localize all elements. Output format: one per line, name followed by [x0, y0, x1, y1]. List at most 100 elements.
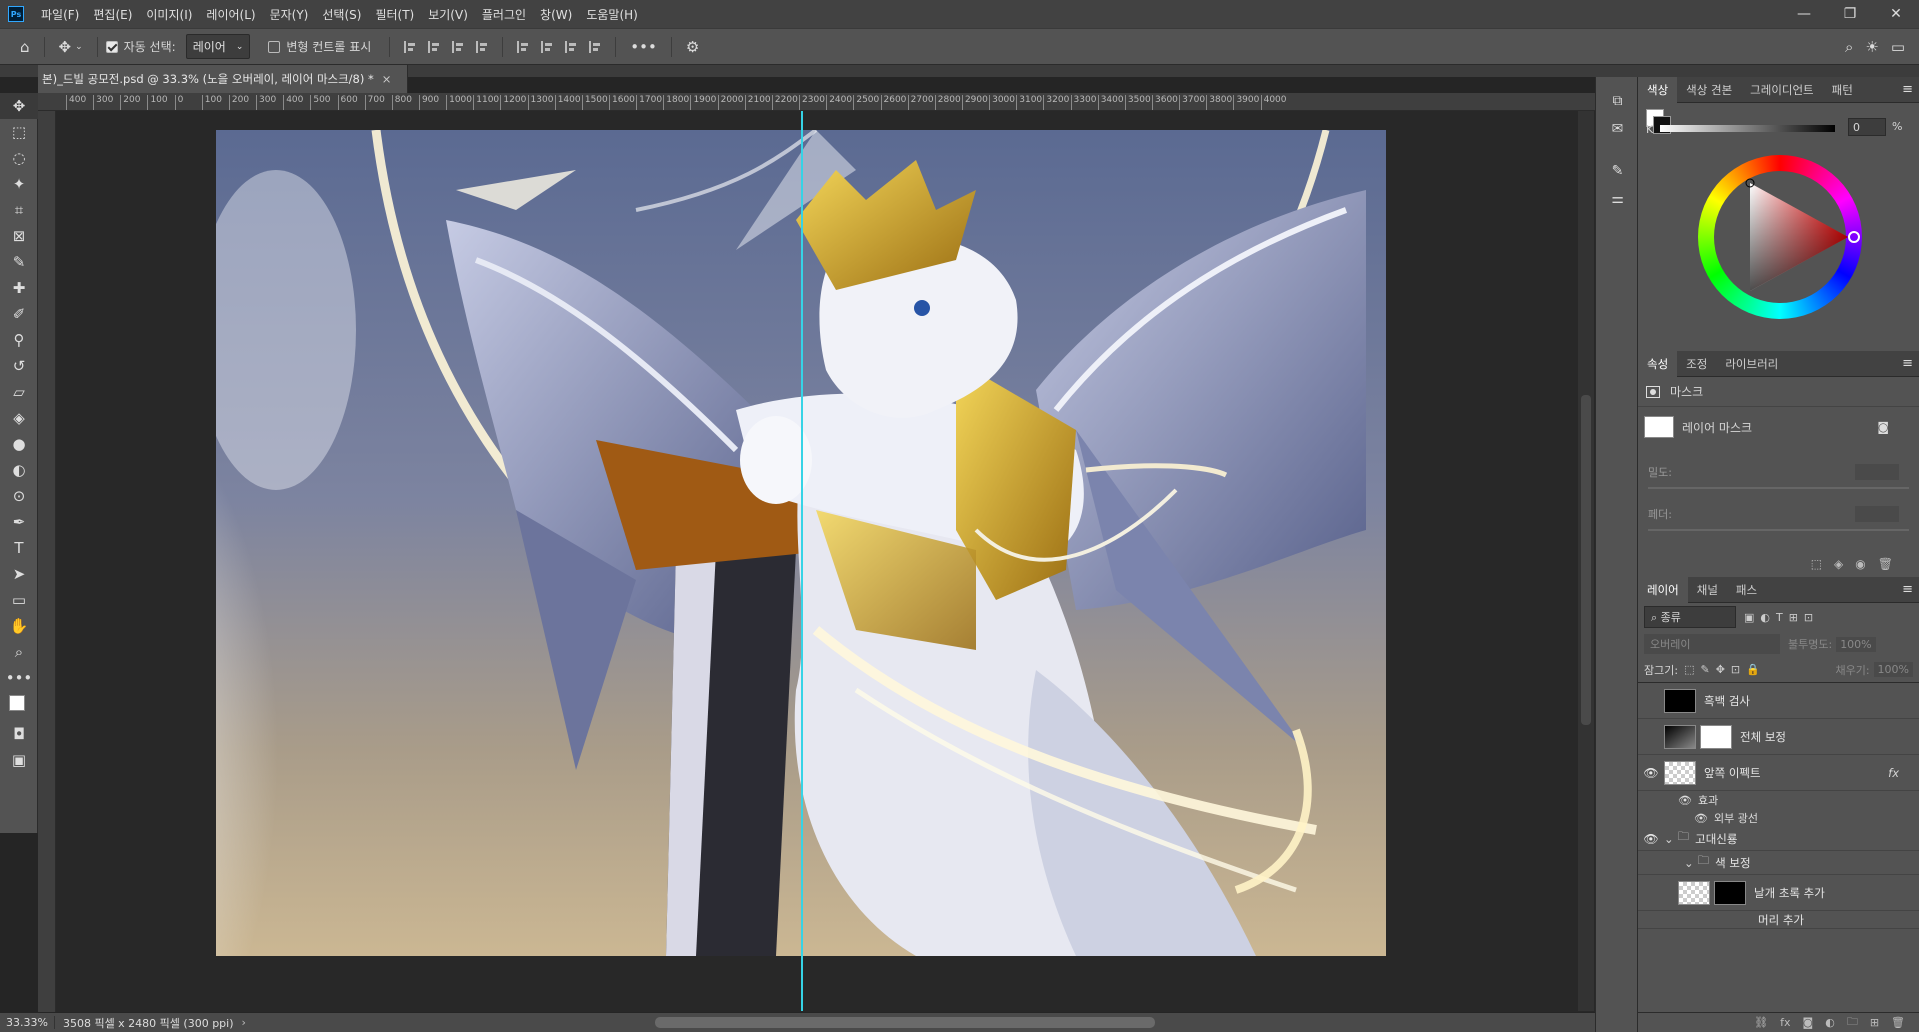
- history-brush-tool-icon[interactable]: ↺: [0, 353, 38, 379]
- align-top-icon[interactable]: [517, 40, 529, 53]
- path-selection-tool-icon[interactable]: ➤: [0, 561, 38, 587]
- adjust-panel-icon[interactable]: ⚌: [1596, 185, 1639, 213]
- stamp-tool-icon[interactable]: ⚲: [0, 327, 38, 353]
- menu-type[interactable]: 문자(Y): [263, 6, 316, 23]
- layer-row[interactable]: 머리 추가: [1638, 911, 1919, 929]
- auto-select-dropdown[interactable]: 레이어 ⌄: [185, 34, 251, 59]
- menu-layer[interactable]: 레이어(L): [199, 6, 262, 23]
- color-wheel[interactable]: [1698, 155, 1862, 319]
- lasso-tool-icon[interactable]: ◌: [0, 145, 38, 171]
- guide-line[interactable]: [801, 111, 803, 1011]
- menu-edit[interactable]: 편집(E): [86, 6, 139, 23]
- search-icon[interactable]: ⌕: [1845, 38, 1853, 56]
- panel-menu-icon[interactable]: ≡: [1902, 582, 1913, 597]
- dodge-tool-icon[interactable]: ◐: [0, 457, 38, 483]
- discover-lightbulb-icon[interactable]: ☀: [1865, 38, 1878, 56]
- color-triangle[interactable]: [1698, 155, 1862, 319]
- hand-tool-icon[interactable]: ✋: [0, 613, 38, 639]
- feather-input[interactable]: [1855, 506, 1899, 522]
- pen-tool-icon[interactable]: ✒: [0, 509, 38, 535]
- menu-window[interactable]: 창(W): [533, 6, 579, 23]
- apply-mask-icon[interactable]: ◈: [1834, 557, 1843, 571]
- align-left-icon[interactable]: [404, 40, 416, 53]
- fx-add-icon[interactable]: fx: [1780, 1016, 1790, 1029]
- layer-filter-dropdown[interactable]: ⌕ 종류: [1644, 606, 1736, 628]
- tab-adjustments[interactable]: 조정: [1677, 351, 1716, 377]
- opacity-input[interactable]: 100%: [1836, 636, 1876, 652]
- load-selection-icon[interactable]: ⬚: [1811, 557, 1822, 571]
- screen-mode-icon[interactable]: ▣: [0, 747, 38, 773]
- eye-icon[interactable]: 👁: [1678, 794, 1692, 807]
- k-value-input[interactable]: 0: [1848, 118, 1886, 136]
- paint-bucket-tool-icon[interactable]: ◈: [0, 405, 38, 431]
- menu-plugins[interactable]: 플러그인: [475, 6, 533, 23]
- status-expand-icon[interactable]: ›: [242, 1016, 246, 1029]
- k-slider[interactable]: [1660, 125, 1835, 132]
- brush-tool-icon[interactable]: ✐: [0, 301, 38, 327]
- eye-icon[interactable]: 👁: [1638, 832, 1664, 846]
- tab-properties[interactable]: 속성: [1638, 350, 1678, 377]
- new-group-icon[interactable]: 🗀: [1847, 1013, 1858, 1032]
- gear-icon[interactable]: ⚙: [686, 38, 699, 56]
- tab-patterns[interactable]: 패턴: [1823, 77, 1862, 103]
- layer-row[interactable]: 전체 보정: [1638, 719, 1919, 755]
- close-tab-button[interactable]: ×: [382, 72, 392, 86]
- minimize-button[interactable]: —: [1781, 0, 1827, 28]
- layer-row[interactable]: 날개 초록 추가: [1638, 875, 1919, 911]
- move-tool-preset-icon[interactable]: ✥ ⌄: [59, 38, 83, 56]
- tab-color[interactable]: 색상: [1638, 76, 1678, 103]
- density-input[interactable]: [1855, 464, 1899, 480]
- panel-menu-icon[interactable]: ≡: [1902, 356, 1913, 371]
- more-options-icon[interactable]: •••: [630, 38, 657, 56]
- menu-select[interactable]: 선택(S): [315, 6, 368, 23]
- document-tab[interactable]: 본)_드빌 공모전.psd @ 33.3% (노을 오버레이, 레이어 마스크/…: [38, 65, 408, 93]
- align-center-icon[interactable]: [428, 40, 440, 53]
- history-panel-icon[interactable]: ⧉: [1596, 87, 1639, 115]
- tab-swatches[interactable]: 색상 견본: [1677, 77, 1741, 103]
- blend-mode-dropdown[interactable]: 오버레이: [1644, 634, 1780, 654]
- frame-tool-icon[interactable]: ⊠: [0, 223, 38, 249]
- align-bottom-icon[interactable]: [565, 40, 577, 53]
- group-row[interactable]: 👁 ⌄ 🗀 고대신룡: [1638, 827, 1919, 851]
- layer-filter-icons[interactable]: ▣◐T⊞⊡: [1744, 611, 1819, 624]
- brush-settings-icon[interactable]: ✎: [1596, 157, 1639, 185]
- blur-tool-icon[interactable]: ●: [0, 431, 38, 457]
- color-swatches[interactable]: [0, 691, 38, 721]
- restore-button[interactable]: ❐: [1827, 0, 1873, 28]
- align-middle-icon[interactable]: [541, 40, 553, 53]
- menu-image[interactable]: 이미지(I): [139, 6, 199, 23]
- layer-row[interactable]: 흑백 검사: [1638, 683, 1919, 719]
- fx-icon[interactable]: fx: [1888, 766, 1899, 780]
- eyedropper-tool-icon[interactable]: ✎: [0, 249, 38, 275]
- magic-wand-tool-icon[interactable]: ✦: [0, 171, 38, 197]
- panel-menu-icon[interactable]: ≡: [1902, 82, 1913, 97]
- effect-outer-glow-row[interactable]: 👁 외부 광선: [1638, 809, 1919, 827]
- eraser-tool-icon[interactable]: ▱: [0, 379, 38, 405]
- type-tool-icon[interactable]: T: [0, 535, 38, 561]
- tab-paths[interactable]: 패스: [1727, 577, 1766, 603]
- fill-input[interactable]: 100%: [1873, 662, 1913, 677]
- menu-help[interactable]: 도움말(H): [579, 6, 645, 23]
- toggle-mask-icon[interactable]: ◉: [1855, 557, 1865, 571]
- eye-icon[interactable]: 👁: [1638, 766, 1664, 780]
- sponge-tool-icon[interactable]: ⊙: [0, 483, 38, 509]
- tab-layers[interactable]: 레이어: [1638, 576, 1688, 603]
- auto-select-checkbox[interactable]: [105, 40, 118, 53]
- select-mask-icon[interactable]: ◙: [1877, 420, 1889, 434]
- move-tool-icon[interactable]: ✥: [0, 93, 38, 119]
- effects-row[interactable]: 👁 효과: [1638, 791, 1919, 809]
- delete-mask-icon[interactable]: 🗑: [1878, 557, 1893, 571]
- new-layer-icon[interactable]: ⊞: [1870, 1016, 1879, 1029]
- comments-panel-icon[interactable]: ✉: [1596, 115, 1639, 143]
- link-layers-icon[interactable]: ⛓: [1754, 1016, 1768, 1029]
- align-right-icon[interactable]: [452, 40, 464, 53]
- marquee-tool-icon[interactable]: ⬚: [0, 119, 38, 145]
- chevron-down-icon[interactable]: ⌄: [1684, 856, 1694, 870]
- zoom-level[interactable]: 33.33%: [0, 1016, 55, 1029]
- new-adjustment-icon[interactable]: ◐: [1825, 1016, 1835, 1029]
- close-window-button[interactable]: ✕: [1873, 0, 1919, 28]
- vertical-scroll-thumb[interactable]: [1581, 395, 1591, 725]
- add-mask-icon[interactable]: ◙: [1803, 1016, 1814, 1029]
- horizontal-scroll-thumb[interactable]: [655, 1017, 1155, 1028]
- distribute-vertical-icon[interactable]: [476, 40, 488, 53]
